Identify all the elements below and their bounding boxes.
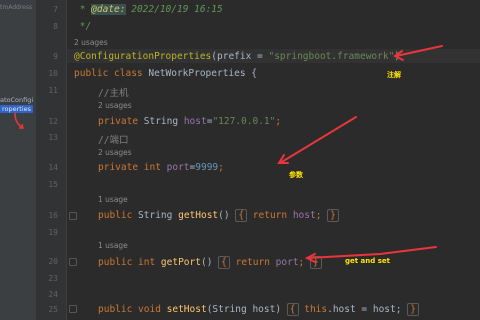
red-arrow-icon <box>279 116 357 164</box>
editor-window: tmAddress atoConfigi roperties 7 8 9 10 … <box>0 0 480 320</box>
note-annotation-label: 注解 <box>387 71 401 79</box>
note-params-label: 参数 <box>289 171 303 179</box>
arrow-annotations <box>277 45 443 263</box>
note-getset-label: get and set <box>345 257 390 265</box>
